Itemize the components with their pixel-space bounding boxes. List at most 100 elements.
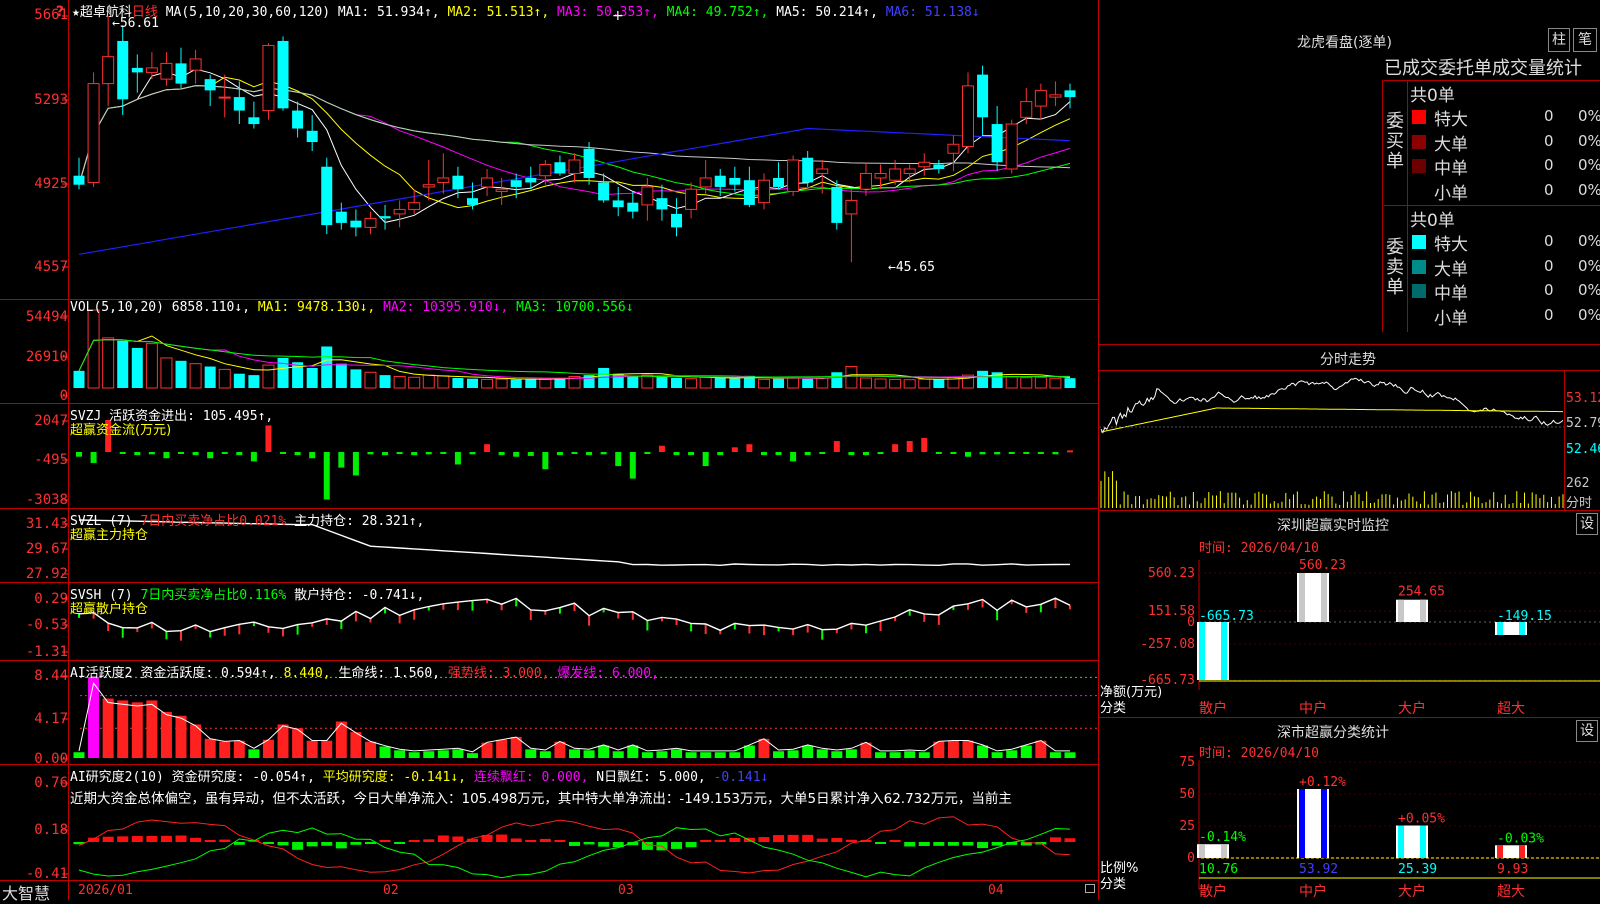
research-bar xyxy=(88,837,100,842)
retail-tick xyxy=(471,600,474,611)
research-bar xyxy=(394,842,406,844)
retail-tick xyxy=(588,615,591,626)
candle-body xyxy=(699,177,712,188)
fund-flow-bar xyxy=(76,452,82,457)
candle-body xyxy=(233,97,245,111)
volume-bar xyxy=(1064,378,1076,388)
cls-change-label: -0.03% xyxy=(1497,831,1544,846)
fund-flow-bar xyxy=(440,452,447,454)
research-bar xyxy=(510,838,522,842)
candle-body xyxy=(933,164,945,169)
activity-bar xyxy=(160,711,172,758)
candle-body xyxy=(189,58,202,71)
volume-bar xyxy=(452,377,464,388)
svsh-ratio: 7日内买卖净占比0.116% xyxy=(140,588,287,603)
fund-flow-bar xyxy=(382,452,389,456)
volume-bar xyxy=(466,378,478,388)
activity-bar xyxy=(73,752,85,758)
favorite-star-icon[interactable]: ★ xyxy=(72,5,80,20)
kline-main-chart[interactable] xyxy=(0,0,1099,900)
volume-bar xyxy=(73,370,85,388)
candle-body xyxy=(903,168,916,174)
candle-body xyxy=(671,213,683,228)
retail-tick xyxy=(879,621,882,632)
activity-bar xyxy=(437,750,449,758)
ma6-value: MA6: 51.138↓ xyxy=(885,5,980,20)
volume-bar xyxy=(874,378,887,389)
activity-bar xyxy=(423,751,435,758)
active-value2: 8.440, xyxy=(283,666,331,681)
fund-flow-bar xyxy=(848,452,855,456)
monitor-category-label: 超大 xyxy=(1497,701,1525,717)
fund-flow-bar xyxy=(760,452,767,456)
retail-tick xyxy=(966,603,969,610)
volume-bar xyxy=(393,376,406,389)
activity-bar xyxy=(321,740,333,758)
activity-bar xyxy=(204,738,216,758)
volume-bar xyxy=(598,367,610,388)
candle-body xyxy=(787,159,800,192)
activity-bar xyxy=(379,746,391,758)
cls-bar-left xyxy=(1497,845,1503,858)
volume-bar xyxy=(1020,377,1033,389)
activity-bar xyxy=(1020,745,1032,758)
volume-bar xyxy=(671,377,683,388)
price-axis-4: 4557 xyxy=(34,259,68,275)
fund-flow-bar xyxy=(556,452,563,456)
volume-bar xyxy=(787,377,800,389)
research-bar xyxy=(816,838,828,842)
retail-tick xyxy=(267,626,270,633)
volume-bar xyxy=(802,378,814,388)
volume-bar xyxy=(437,375,450,389)
lock-icon[interactable] xyxy=(1085,884,1095,893)
retail-tick xyxy=(864,625,867,634)
svzj-axis-3: -3038 xyxy=(25,492,68,508)
activity-bar xyxy=(875,752,887,758)
active-header: AI活跃度2 资金活跃度: 0.594↑, 8.440, 生命线: 1.560,… xyxy=(70,662,659,681)
monitor-value-label: -149.15 xyxy=(1497,609,1552,624)
activity-bar xyxy=(1049,752,1061,758)
fund-flow-bar xyxy=(644,452,651,454)
fund-flow-bar xyxy=(192,452,199,456)
fund-flow-bar xyxy=(877,452,884,454)
cls-axis-label: 50 xyxy=(1179,787,1195,802)
candle-body xyxy=(757,179,770,204)
research-bar xyxy=(802,834,814,842)
volume-bar xyxy=(248,375,260,388)
vol-axis-1: 54494 xyxy=(25,309,68,325)
candle-body xyxy=(991,124,1003,163)
research-bar xyxy=(175,835,187,842)
monitor-axis-label: 0 xyxy=(1187,615,1195,630)
candle-body xyxy=(525,177,537,183)
monitor-axis-label: -257.08 xyxy=(1140,637,1195,652)
fund-flow-bar xyxy=(484,444,491,452)
svzl-sub: 超赢主力持仓 xyxy=(70,528,149,543)
fund-flow-bar xyxy=(600,452,607,455)
activity-bar xyxy=(394,750,406,758)
research-bar xyxy=(918,842,930,846)
fund-flow-bar xyxy=(586,452,593,456)
retail-tick xyxy=(500,604,503,611)
research-bar xyxy=(350,842,362,845)
active-axis-3: 0.00 xyxy=(34,751,68,767)
research-axis-2: 0.18 xyxy=(34,822,68,838)
fund-flow-bar xyxy=(236,452,243,456)
retail-tick xyxy=(180,630,183,641)
activity-bar xyxy=(831,751,843,758)
candle-body xyxy=(87,83,100,183)
activity-bar xyxy=(656,751,668,758)
activity-bar xyxy=(525,749,537,758)
intraday-price-line xyxy=(1100,377,1564,434)
monitor-category-label: 散户 xyxy=(1199,700,1227,717)
vol-ma1: MA1: 9478.130↓, xyxy=(257,300,376,315)
fund-flow-bar xyxy=(819,452,826,454)
fund-flow-bar xyxy=(163,452,170,459)
research-avg: 平均研究度: -0.141↓, xyxy=(322,770,467,785)
candle-body xyxy=(364,217,377,228)
fund-flow-bar xyxy=(1067,450,1073,453)
candle-body xyxy=(175,63,187,84)
right-panel-charts: 560.23151.580-257.08-665.73-665.73散户560.… xyxy=(1099,377,1600,900)
cls-axis-label: 75 xyxy=(1179,755,1195,770)
research-bar xyxy=(131,836,143,842)
monitor-value-label: 254.65 xyxy=(1398,585,1445,600)
